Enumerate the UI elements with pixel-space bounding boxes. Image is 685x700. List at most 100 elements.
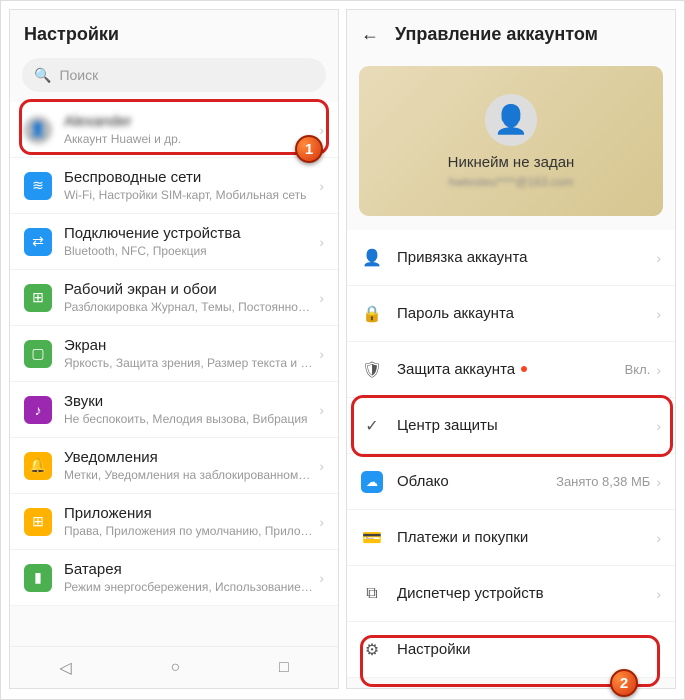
row-icon: 💳 xyxy=(361,527,383,549)
settings-item[interactable]: ≋ Беспроводные сети Wi-Fi, Настройки SIM-к… xyxy=(10,158,338,214)
item-title: Центр защиты xyxy=(397,417,498,434)
item-icon: ≋ xyxy=(24,172,52,200)
row-icon: ⚙ xyxy=(361,639,383,661)
row-icon: ⧉ xyxy=(361,583,383,605)
chevron-right-icon: › xyxy=(319,570,324,586)
item-sub: Режим энергосбережения, Использование ба… xyxy=(64,580,313,594)
item-title: Привязка аккаунта xyxy=(397,249,528,266)
avatar-icon: 👤 xyxy=(485,94,537,146)
item-icon: ♪ xyxy=(24,396,52,424)
callout-badge-1: 1 xyxy=(295,135,323,163)
avatar-icon: 👤 xyxy=(24,116,52,144)
chevron-right-icon: › xyxy=(656,586,661,602)
account-sub: Аккаунт Huawei и др. xyxy=(64,132,313,146)
item-title: Защита аккаунта xyxy=(397,361,515,378)
chevron-right-icon: › xyxy=(319,290,324,306)
alert-dot-icon xyxy=(521,366,527,372)
chevron-right-icon: › xyxy=(656,418,661,434)
item-title: Рабочий экран и обои xyxy=(64,281,313,298)
menu-item[interactable]: ☁ Облако Занято 8,38 МБ › xyxy=(347,454,675,510)
nav-recent-icon[interactable]: □ xyxy=(279,659,289,677)
row-icon: 🛡 xyxy=(361,359,383,381)
settings-item[interactable]: ▮ Батарея Режим энергосбережения, Использо… xyxy=(10,550,338,606)
chevron-right-icon: › xyxy=(656,474,661,490)
account-text: Alexander Аккаунт Huawei и др. xyxy=(64,113,313,146)
titlebar: Настройки xyxy=(10,10,338,58)
search-input[interactable]: 🔍 Поиск xyxy=(22,58,326,92)
settings-list: 👤 Alexander Аккаунт Huawei и др. › ≋ Бесп… xyxy=(10,102,338,606)
item-title: Диспетчер устройств xyxy=(397,585,544,602)
callout-badge-2: 2 xyxy=(610,669,638,697)
chevron-right-icon: › xyxy=(656,306,661,322)
chevron-right-icon: › xyxy=(319,458,324,474)
settings-item[interactable]: 🔔 Уведомления Метки, Уведомления на заблок… xyxy=(10,438,338,494)
item-title: Платежи и покупки xyxy=(397,529,528,546)
cloud-icon: ☁ xyxy=(361,471,383,493)
item-title: Облако xyxy=(397,473,449,490)
menu-item[interactable]: ✓Центр защиты› xyxy=(347,398,675,454)
page-title: Настройки xyxy=(24,24,119,45)
item-title: Беспроводные сети xyxy=(64,169,313,186)
email-label: hwtesteu****@163.com xyxy=(449,175,574,189)
item-sub: Права, Приложения по умолчанию, Приложен… xyxy=(64,524,313,538)
menu-item[interactable]: 👤 Привязка аккаунта › xyxy=(347,230,675,286)
nav-home-icon[interactable]: ○ xyxy=(170,659,180,677)
item-title: Батарея xyxy=(64,561,313,578)
chevron-right-icon: › xyxy=(319,514,324,530)
page-title: Управление аккаунтом xyxy=(395,24,598,45)
nav-back-icon[interactable]: ◁ xyxy=(59,658,71,678)
item-icon: ▮ xyxy=(24,564,52,592)
android-navbar: ◁ ○ □ xyxy=(10,646,338,688)
chevron-right-icon: › xyxy=(656,530,661,546)
item-title: Звуки xyxy=(64,393,313,410)
settings-item[interactable]: ♪ Звуки Не беспокоить, Мелодия вызова, Виб… xyxy=(10,382,338,438)
chevron-right-icon: › xyxy=(656,250,661,266)
item-value: Вкл. xyxy=(625,362,651,377)
account-menu: 👤 Привязка аккаунта › 🔒 Пароль аккаунта › 🛡 Защ… xyxy=(347,230,675,678)
account-screen: ← Управление аккаунтом 👤 Никнейм не зада… xyxy=(346,9,676,689)
profile-card: 👤 Никнейм не задан hwtesteu****@163.com xyxy=(359,66,663,216)
chevron-right-icon: › xyxy=(319,402,324,418)
row-icon: 👤 xyxy=(361,247,383,269)
item-icon: ⊞ xyxy=(24,284,52,312)
item-icon: ▢ xyxy=(24,340,52,368)
chevron-right-icon: › xyxy=(319,234,324,250)
settings-item[interactable]: ⊞ Приложения Права, Приложения по умолчани… xyxy=(10,494,338,550)
item-title: Приложения xyxy=(64,505,313,522)
back-icon[interactable]: ← xyxy=(361,24,383,45)
item-icon: ⇄ xyxy=(24,228,52,256)
item-sub: Wi-Fi, Настройки SIM-карт, Мобильная сет… xyxy=(64,188,313,202)
item-icon: 🔔 xyxy=(24,452,52,480)
titlebar: ← Управление аккаунтом xyxy=(347,10,675,58)
item-title: Пароль аккаунта xyxy=(397,305,514,322)
item-title: Уведомления xyxy=(64,449,313,466)
settings-item[interactable]: ⊞ Рабочий экран и обои Разблокировка Журна… xyxy=(10,270,338,326)
item-icon: ⊞ xyxy=(24,508,52,536)
account-name: Alexander xyxy=(64,113,313,130)
chevron-right-icon: › xyxy=(656,642,661,658)
menu-item[interactable]: 💳 Платежи и покупки › xyxy=(347,510,675,566)
item-title: Подключение устройства xyxy=(64,225,313,242)
nickname-label: Никнейм не задан xyxy=(448,154,575,171)
chevron-right-icon: › xyxy=(656,362,661,378)
item-sub: Разблокировка Журнал, Темы, Постоянное о… xyxy=(64,300,313,314)
chevron-right-icon: › xyxy=(319,178,324,194)
settings-item[interactable]: ⇄ Подключение устройства Bluetooth, NFC, П… xyxy=(10,214,338,270)
settings-screen: Настройки 🔍 Поиск 👤 Alexander Аккаунт Hu… xyxy=(9,9,339,689)
search-icon: 🔍 xyxy=(34,67,51,84)
item-title: Настройки xyxy=(397,641,471,658)
item-sub: Bluetooth, NFC, Проекция xyxy=(64,244,313,258)
row-icon: 🔒 xyxy=(361,303,383,325)
item-value: Занято 8,38 МБ xyxy=(556,474,650,489)
account-row[interactable]: 👤 Alexander Аккаунт Huawei и др. › xyxy=(10,102,338,158)
menu-item[interactable]: 🛡 Защита аккаунта Вкл. › xyxy=(347,342,675,398)
chevron-right-icon: › xyxy=(319,122,324,138)
item-sub: Не беспокоить, Мелодия вызова, Вибрация xyxy=(64,412,313,426)
item-title: Экран xyxy=(64,337,313,354)
item-sub: Метки, Уведомления на заблокированном эк… xyxy=(64,468,313,482)
search-placeholder: Поиск xyxy=(59,67,98,83)
settings-item[interactable]: ▢ЭкранЯркость, Защита зрения, Размер тек… xyxy=(10,326,338,382)
menu-item[interactable]: ⧉ Диспетчер устройств › xyxy=(347,566,675,622)
menu-item[interactable]: 🔒 Пароль аккаунта › xyxy=(347,286,675,342)
chevron-right-icon: › xyxy=(319,346,324,362)
